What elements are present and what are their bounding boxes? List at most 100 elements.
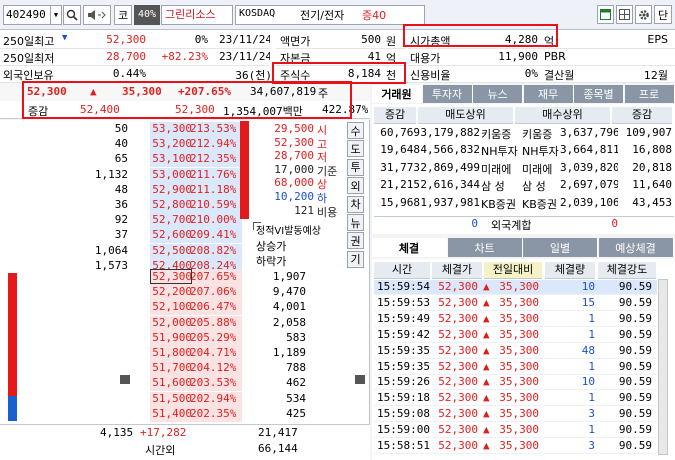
current-price-marker [150, 269, 192, 284]
up-arrow-icon: ▲ [483, 439, 490, 452]
side-tab[interactable]: 뉴 [347, 214, 364, 231]
tab-right[interactable]: 재무 [523, 85, 574, 103]
ask-price[interactable]: 53,100 [148, 152, 192, 165]
ask-price[interactable]: 52,700 [148, 213, 192, 226]
search-button[interactable] [63, 5, 81, 25]
broker-sell-name[interactable]: NH투자 [481, 143, 518, 159]
ask-price[interactable]: 52,900 [148, 183, 192, 196]
broker-sell-qty: 3,179,882 [420, 126, 480, 139]
bid-pct: 203.53% [190, 376, 236, 390]
bid-pct: 206.47% [190, 300, 236, 314]
tab-right[interactable]: 거래원 [372, 85, 422, 103]
bid-price[interactable]: 52,200 [148, 285, 192, 298]
broker-sell-name[interactable]: 미래에 [481, 161, 511, 177]
side-tab[interactable]: 권 [347, 232, 364, 250]
bid-pct: 202.94% [190, 391, 236, 405]
bid-price[interactable]: 51,500 [148, 392, 192, 405]
summary-left-label: 외국인보유 [3, 69, 54, 82]
broker-sell-name[interactable]: 키움증 [481, 126, 511, 142]
summary-right-row: 시가총액 4,280 억 EPS [408, 32, 675, 49]
trade-qty: 3 [588, 407, 595, 421]
broker-buy-name[interactable]: 미래에 [522, 161, 552, 177]
trade-time: 15:59:35 [377, 343, 430, 357]
unit-button[interactable]: 단 [654, 5, 672, 24]
tab-right[interactable]: 종목별 [574, 85, 624, 103]
summary-right-unit: 결산월 [544, 69, 575, 82]
broker-buy-qty: 2,697,079 [560, 178, 618, 192]
bid-price[interactable]: 51,700 [148, 361, 192, 374]
side-tab[interactable]: 기 [347, 250, 364, 268]
side-tab[interactable]: 차 [347, 195, 364, 213]
side-tab[interactable]: 도 [347, 140, 364, 158]
scroll-marker-right[interactable] [355, 375, 365, 384]
tab-trade[interactable]: 차트 [447, 238, 523, 257]
trade-qty: 3 [588, 439, 595, 452]
trade-qty: 1 [588, 423, 595, 437]
ask-qty: 1,573 [94, 258, 128, 272]
broker-buy-name[interactable]: NH투자 [522, 143, 559, 159]
tab-right[interactable]: 프로 [624, 85, 675, 103]
summary-mid-label: 주식수 [280, 69, 311, 82]
side-tab[interactable]: 수 [347, 122, 364, 139]
bid-price[interactable]: 52,000 [148, 316, 192, 329]
orderbook-footer: 4,135 +17,282 21,417 시간외 66,144 [0, 424, 370, 460]
ask-pct: 208.82% [190, 243, 236, 257]
bid-price[interactable]: 51,900 [148, 331, 192, 344]
bid-price[interactable]: 51,400 [148, 407, 192, 420]
broker-sell-name[interactable]: 삼 성 [481, 178, 505, 194]
trade-qty: 10 [581, 280, 595, 293]
settings-button[interactable] [635, 5, 652, 24]
sound-button[interactable] [83, 5, 111, 25]
summary-mid-value: 8,184 [347, 67, 381, 80]
ask-price[interactable]: 52,800 [148, 198, 192, 211]
trade-price: 52,300 [438, 327, 478, 341]
bid-qty: 1,189 [272, 346, 306, 359]
broker-buy-name[interactable]: KB증권 [522, 196, 557, 212]
summary-right-label: 시가총액 [410, 35, 451, 48]
bid-price[interactable]: 52,100 [148, 300, 192, 313]
trade-header: 체결강도 [598, 262, 656, 279]
broker-sell-name[interactable]: KB증권 [481, 196, 516, 212]
vi-up-label: 상승가 [256, 240, 287, 253]
bid-qty: 425 [286, 406, 306, 420]
ask-price[interactable]: 53,300 [148, 122, 192, 135]
grid-button[interactable] [616, 5, 633, 24]
diff-total: +17,282 [140, 426, 187, 439]
trade-scrollbar[interactable] [658, 279, 668, 455]
summary-left-row: 외국인보유 0.44% 36(천) [0, 66, 270, 83]
broker-buy-qty: 3,664,811 [560, 143, 618, 157]
bid-price[interactable]: 51,600 [148, 376, 192, 389]
ask-price[interactable]: 52,500 [148, 244, 192, 257]
info-value: 10,200 [274, 190, 314, 203]
chevron-down-icon[interactable]: ▼ [50, 5, 62, 25]
tab-trade[interactable]: 체결 [372, 238, 447, 257]
window-button[interactable] [597, 5, 614, 24]
volume-unit: 주 [318, 87, 329, 100]
bid-price[interactable]: 51,800 [148, 346, 192, 359]
ask-price[interactable]: 53,200 [148, 137, 192, 150]
foreign-label: 외국계합 [491, 219, 532, 232]
current-price: 52,300 [27, 85, 67, 98]
trade-price: 52,300 [438, 407, 478, 421]
side-tab[interactable]: 외 [347, 177, 364, 195]
summary-mid-value: 500 [361, 33, 381, 46]
stock-name[interactable]: 그린리소스 [161, 5, 233, 25]
broker-sell-qty: 2,869,499 [420, 160, 480, 174]
tab-trade[interactable]: 일별 [523, 238, 598, 257]
sub-label: 증감 [28, 105, 49, 118]
ask-price[interactable]: 53,000 [148, 168, 192, 181]
trade-price: 52,300 [438, 439, 478, 452]
scroll-marker-left[interactable] [120, 375, 130, 384]
broker-buy-name[interactable]: 삼 성 [522, 178, 546, 194]
info-value: 17,000 [274, 162, 314, 176]
trade-change: 35,300 [499, 327, 539, 341]
tab-trade[interactable]: 예상체결 [598, 238, 674, 257]
trade-header: 체결량 [545, 262, 595, 279]
tab-right[interactable]: 뉴스 [473, 85, 523, 103]
ask-price[interactable]: 52,600 [148, 228, 192, 241]
ask-qty: 36 [114, 198, 128, 211]
broker-buy-name[interactable]: 키움증 [522, 126, 552, 142]
trade-strength: 90.59 [618, 423, 652, 437]
side-tab[interactable]: 투 [347, 158, 364, 176]
tab-right[interactable]: 투자자 [422, 85, 473, 103]
